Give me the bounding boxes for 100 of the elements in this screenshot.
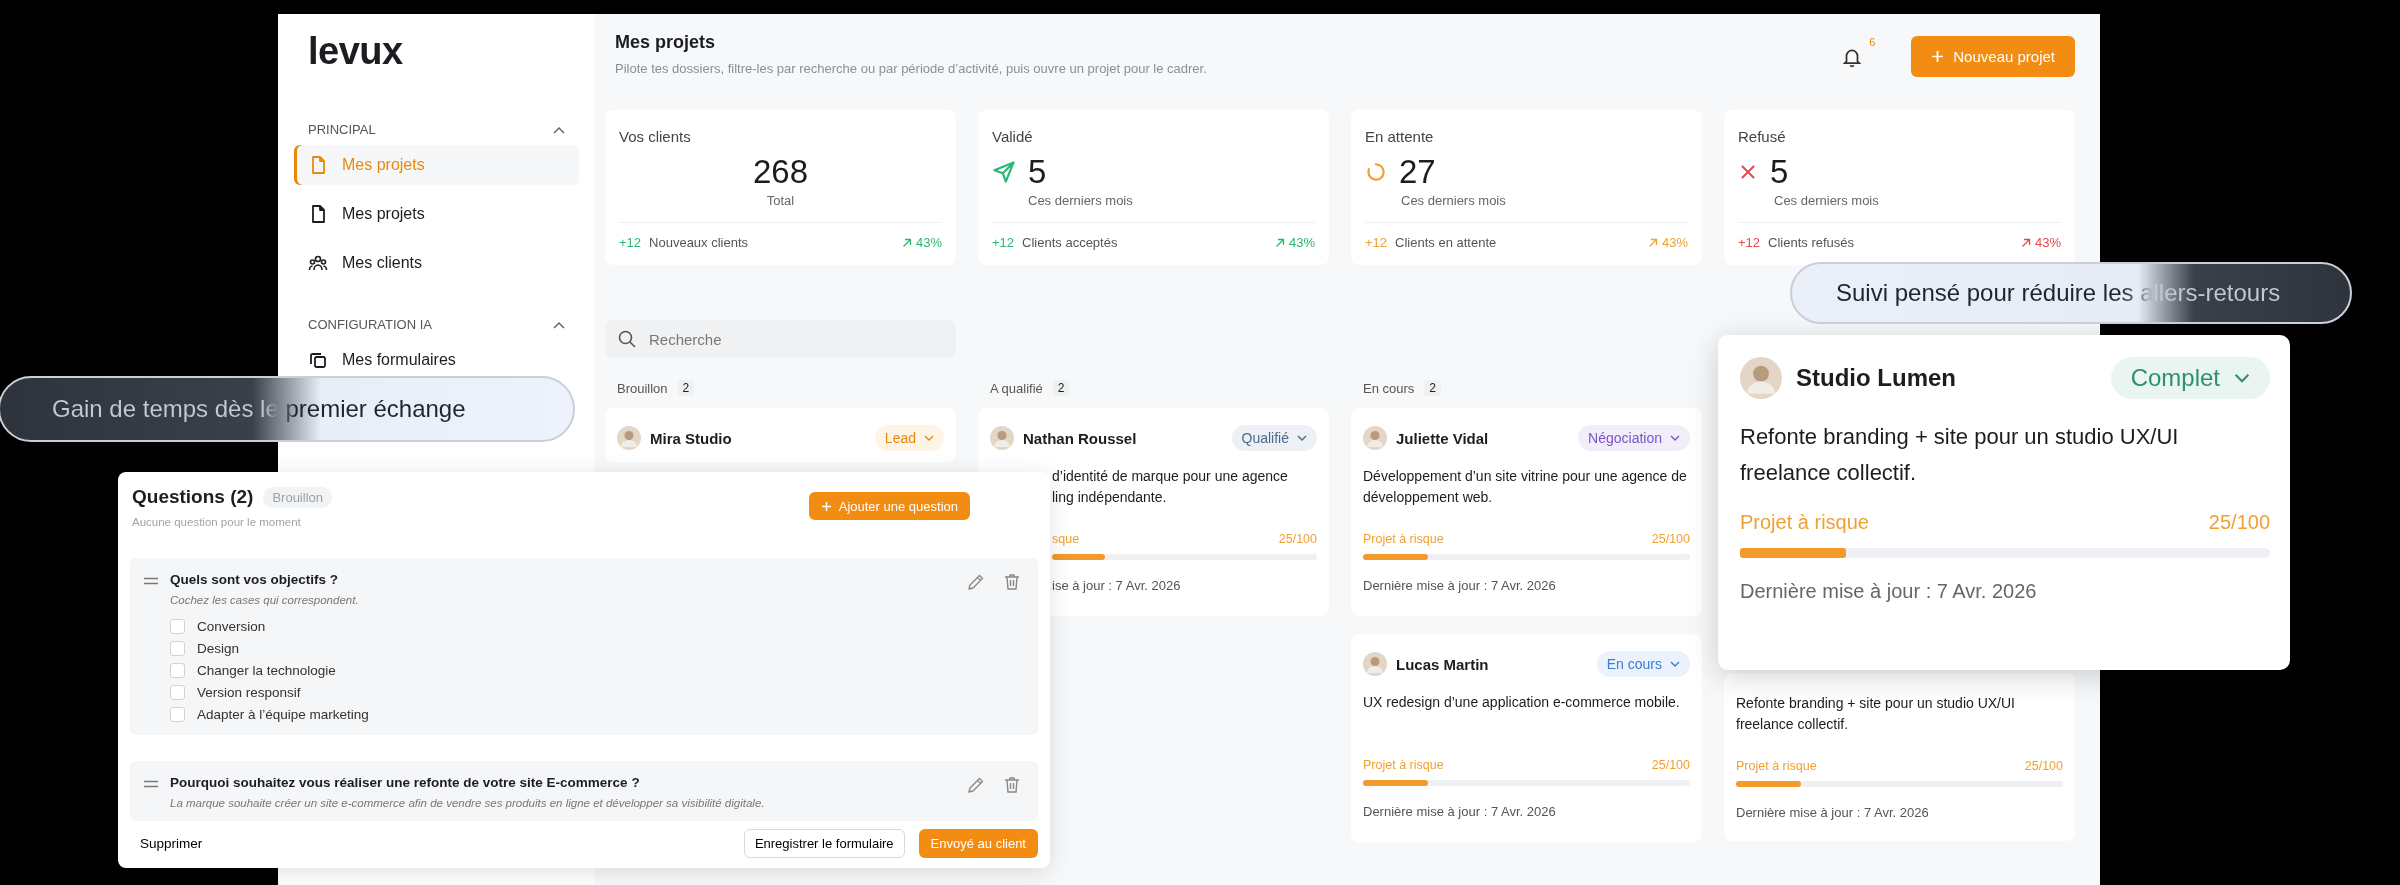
- save-form-button[interactable]: Enregistrer le formulaire: [743, 829, 905, 858]
- project-description: Développement d’un site vitrine pour une agence de développement web.: [1363, 467, 1688, 507]
- people-icon: [308, 253, 328, 273]
- client-name: Lucas Martin: [1396, 655, 1490, 673]
- checkbox[interactable]: [170, 641, 185, 656]
- project-card[interactable]: Lucas Martin En cours UX redesign d’une application e-commerce mobile. Projet à risque 25/100 Dernière mise à jour : 7 Avr. 2026: [1351, 634, 1702, 842]
- stat-caption: Total: [765, 193, 796, 208]
- column-title: A qualifié: [990, 380, 1043, 396]
- nav-item[interactable]: Mes clients: [294, 243, 579, 283]
- chevron-down-icon: [1297, 435, 1307, 441]
- delete-button[interactable]: Supprimer: [132, 832, 211, 855]
- project-description: Refonte branding + site pour un studio UX/UI freelance collectif.: [1740, 423, 2180, 487]
- copy-icon: [308, 350, 328, 370]
- trend-value: 43%: [1288, 235, 1315, 250]
- question-title: Quels sont vos objectifs ?: [170, 572, 340, 587]
- project-card[interactable]: Mira Studio Lead: [605, 408, 956, 462]
- delta-value: +12: [1365, 235, 1388, 250]
- delta-label: Clients en attente: [1395, 235, 1498, 250]
- avatar-icon: [617, 426, 641, 450]
- risk-score: 25/100: [1651, 532, 1690, 546]
- status-dropdown[interactable]: Complet: [2110, 357, 2270, 399]
- risk-score: 25/100: [1651, 758, 1690, 772]
- delete-icon[interactable]: [1002, 572, 1022, 592]
- nav-item[interactable]: Mes formulaires: [294, 340, 579, 380]
- send-icon: [992, 160, 1016, 184]
- spinner-icon: [1365, 161, 1387, 183]
- client-name: Nathan Roussel: [1023, 429, 1138, 447]
- avatar-icon: [1740, 357, 1782, 399]
- project-card[interactable]: Juliette Vidal Négociation Développement d’un site vitrine pour une agence de développement web. Projet à risque 25/100 Dernière mise à jour : 7 Avr. 2026: [1351, 408, 1702, 616]
- delta-value: +12: [1738, 235, 1761, 250]
- column-title: Brouillon: [617, 380, 668, 396]
- question-title: Pourquoi souhaitez vous réaliser une refonte de votre site E-commerce ?: [170, 775, 641, 790]
- risk-score: 25/100: [1278, 532, 1317, 546]
- stat-value: 5: [1028, 153, 1047, 191]
- option-label: Changer la technologie: [197, 663, 336, 678]
- search-field[interactable]: Recherche: [605, 320, 956, 358]
- status-tag: Brouillon: [263, 486, 332, 508]
- client-name: Juliette Vidal: [1396, 429, 1490, 447]
- client-name: Mira Studio: [650, 429, 733, 447]
- plus-icon: [1931, 50, 1945, 63]
- caret-icon[interactable]: [553, 125, 565, 134]
- nav-item[interactable]: Mes projets: [294, 194, 579, 234]
- trend-up-icon: [2020, 237, 2031, 248]
- panel-subtitle: Aucune question pour le moment: [132, 516, 302, 528]
- avatar-icon: [1363, 426, 1387, 450]
- checkbox[interactable]: [170, 663, 185, 678]
- status-dropdown[interactable]: Négociation: [1578, 425, 1690, 451]
- notification-count: 6: [1869, 35, 1876, 48]
- page-title: Mes projets: [615, 32, 717, 53]
- risk-label: Projet à risque: [1736, 759, 1817, 773]
- section-title: CONFIGURATION IA: [308, 317, 432, 332]
- status-dropdown[interactable]: En cours: [1596, 651, 1690, 677]
- column-title: En cours: [1363, 380, 1415, 396]
- edit-icon[interactable]: [966, 572, 986, 592]
- stat-value: 27: [1399, 153, 1436, 191]
- project-description: d’identité de marque pour une agence ling indépendante.: [1052, 467, 1289, 507]
- trend-value: 43%: [1661, 235, 1688, 250]
- caret-icon[interactable]: [553, 320, 565, 329]
- stat-value: 268: [752, 153, 809, 191]
- page-subtitle: Pilote tes dossiers, filtre-les par recherche ou par période d’activité, puis ouvre un projet pour le cadrer.: [615, 61, 1207, 76]
- drag-handle-icon[interactable]: [144, 780, 158, 788]
- risk-score: 25/100: [2208, 511, 2270, 534]
- last-updated: Dernière mise à jour : 7 Avr. 2026: [1740, 580, 2038, 603]
- stat-label: Vos clients: [619, 128, 692, 145]
- drag-handle-icon[interactable]: [144, 577, 158, 585]
- project-card[interactable]: Refonte branding + site pour un studio UX/UI freelance collectif. Projet à risque 25/100 Dernière mise à jour : 7 Avr. 2026: [1724, 673, 2075, 841]
- stat-value: 5: [1770, 153, 1789, 191]
- trend-value: 43%: [915, 235, 942, 250]
- last-updated: Dernière mise à jour : 7 Avr. 2026: [1736, 805, 1930, 820]
- checkbox[interactable]: [170, 619, 185, 634]
- risk-label: Projet à risque: [1363, 532, 1444, 546]
- last-updated: Dernière mise à jour : 7 Avr. 2026: [1363, 804, 1557, 819]
- checkbox[interactable]: [170, 685, 185, 700]
- delete-icon[interactable]: [1002, 775, 1022, 795]
- stat-caption: Ces derniers mois: [1027, 193, 1134, 208]
- trend-value: 43%: [2034, 235, 2061, 250]
- delta-label: Nouveaux clients: [649, 235, 750, 250]
- stat-label: En attente: [1365, 128, 1435, 145]
- risk-label: Projet à risque: [1740, 511, 1869, 534]
- risk-score: 25/100: [2024, 759, 2063, 773]
- last-updated: Dernière mise à jour : 7 Avr. 2026: [1363, 578, 1557, 593]
- trend-up-icon: [1274, 237, 1285, 248]
- column-count: 2: [677, 380, 695, 396]
- edit-icon[interactable]: [966, 775, 986, 795]
- chevron-down-icon: [1670, 661, 1680, 667]
- stat-label: Validé: [992, 128, 1034, 145]
- option-label: Version responsif: [197, 685, 301, 700]
- chevron-down-icon: [2234, 373, 2250, 383]
- column-count: 2: [1424, 380, 1441, 396]
- checkbox[interactable]: [170, 707, 185, 722]
- option-label: Adapter à l’équipe marketing: [197, 707, 369, 722]
- column-count: 2: [1052, 380, 1070, 396]
- stat-label: Refusé: [1738, 128, 1787, 145]
- project-card[interactable]: Studio Lumen Complet Refonte branding + site pour un studio UX/UI freelance collectif. Projet à risque 25/100 Dernière mise à jour : 7 Avr. 2026: [1718, 335, 2290, 670]
- section-title: PRINCIPAL: [308, 122, 376, 137]
- trend-up-icon: [1647, 237, 1658, 248]
- stat-caption: Ces derniers mois: [1400, 193, 1507, 208]
- question-answer: La marque souhaite créer un site e-commerce afin de vendre ses produits en ligne et développer sa visibilité digitale.: [170, 797, 766, 809]
- status-dropdown[interactable]: Qualifié: [1231, 425, 1317, 451]
- avatar-icon: [1363, 652, 1387, 676]
